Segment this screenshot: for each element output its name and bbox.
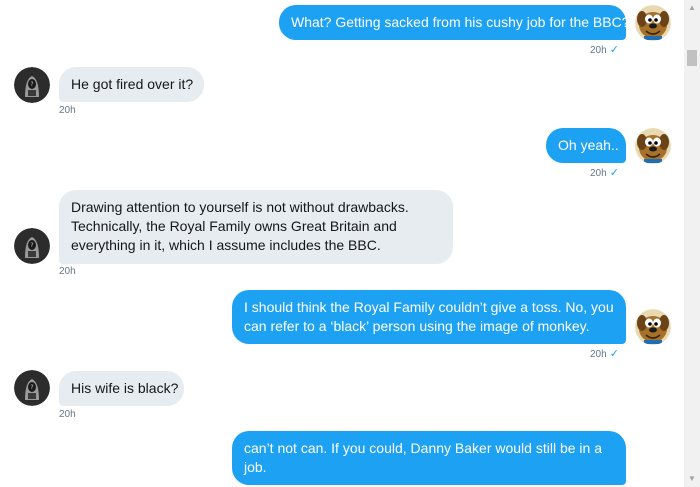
- svg-text:?: ?: [30, 384, 33, 391]
- message-text-line: job.: [244, 459, 267, 475]
- scroll-up-arrow-icon[interactable]: ▲: [684, 0, 700, 16]
- timestamp: 20h: [59, 409, 76, 420]
- sent-message-bubble[interactable]: What? Getting sacked from his cushy job …: [279, 5, 630, 40]
- message-text: Oh yeah..: [558, 137, 619, 153]
- scrollbar-thumb[interactable]: [687, 50, 697, 66]
- sent-message-bubble[interactable]: Oh yeah..: [546, 128, 626, 163]
- message-meta: 20h ✓: [590, 348, 619, 361]
- message-text-line: Technically, the Royal Family owns Great…: [71, 218, 397, 234]
- message-text-line: I should think the Royal Family couldn’t…: [244, 299, 614, 315]
- timestamp: 20h: [590, 349, 607, 360]
- message-text: What? Getting sacked from his cushy job …: [291, 14, 630, 30]
- message-meta: 20h: [59, 409, 76, 421]
- message-text-line: can refer to a ‘black’ person using the …: [244, 318, 590, 334]
- hooded-figure-avatar-icon: ?: [14, 370, 50, 406]
- received-message-bubble[interactable]: He got fired over it?: [59, 67, 204, 102]
- avatar[interactable]: [635, 128, 671, 164]
- timestamp: 20h: [590, 168, 607, 179]
- message-thread: What? Getting sacked from his cushy job …: [0, 0, 684, 487]
- scroll-down-arrow-icon[interactable]: ▼: [684, 471, 700, 487]
- cartoon-dog-avatar-icon: [635, 128, 671, 164]
- timestamp: 20h: [59, 105, 76, 116]
- hooded-figure-avatar-icon: ?: [14, 228, 50, 264]
- svg-text:?: ?: [30, 81, 33, 88]
- timestamp: 20h: [59, 266, 76, 277]
- checkmark-icon: ✓: [609, 167, 619, 179]
- hooded-figure-avatar-icon: ?: [14, 67, 50, 103]
- message-meta: 20h: [59, 105, 76, 117]
- timestamp: 20h: [590, 45, 607, 56]
- vertical-scrollbar[interactable]: ▲ ▼: [684, 0, 700, 487]
- avatar[interactable]: ?: [14, 67, 50, 103]
- avatar[interactable]: [635, 309, 671, 345]
- received-message-bubble[interactable]: Drawing attention to yourself is not wit…: [59, 190, 453, 264]
- received-message-bubble[interactable]: His wife is black?: [59, 371, 184, 406]
- checkmark-icon: ✓: [609, 44, 619, 56]
- svg-text:?: ?: [30, 242, 33, 249]
- cartoon-dog-avatar-icon: [635, 5, 671, 41]
- message-text-line: can’t not can. If you could, Danny Baker…: [244, 440, 602, 456]
- checkmark-icon: ✓: [609, 348, 619, 360]
- avatar[interactable]: ?: [14, 228, 50, 264]
- avatar[interactable]: [635, 5, 671, 41]
- message-meta: 20h ✓: [590, 167, 619, 180]
- message-text-line: Drawing attention to yourself is not wit…: [71, 199, 409, 215]
- message-text: His wife is black?: [71, 380, 179, 396]
- sent-message-bubble[interactable]: I should think the Royal Family couldn’t…: [232, 290, 626, 344]
- message-text-line: everything in it, which I assume include…: [71, 237, 381, 253]
- avatar[interactable]: ?: [14, 370, 50, 406]
- sent-message-bubble[interactable]: can’t not can. If you could, Danny Baker…: [232, 431, 626, 485]
- cartoon-dog-avatar-icon: [635, 309, 671, 345]
- message-meta: 20h: [59, 266, 76, 278]
- message-text: He got fired over it?: [71, 76, 194, 92]
- message-meta: 20h ✓: [590, 44, 619, 57]
